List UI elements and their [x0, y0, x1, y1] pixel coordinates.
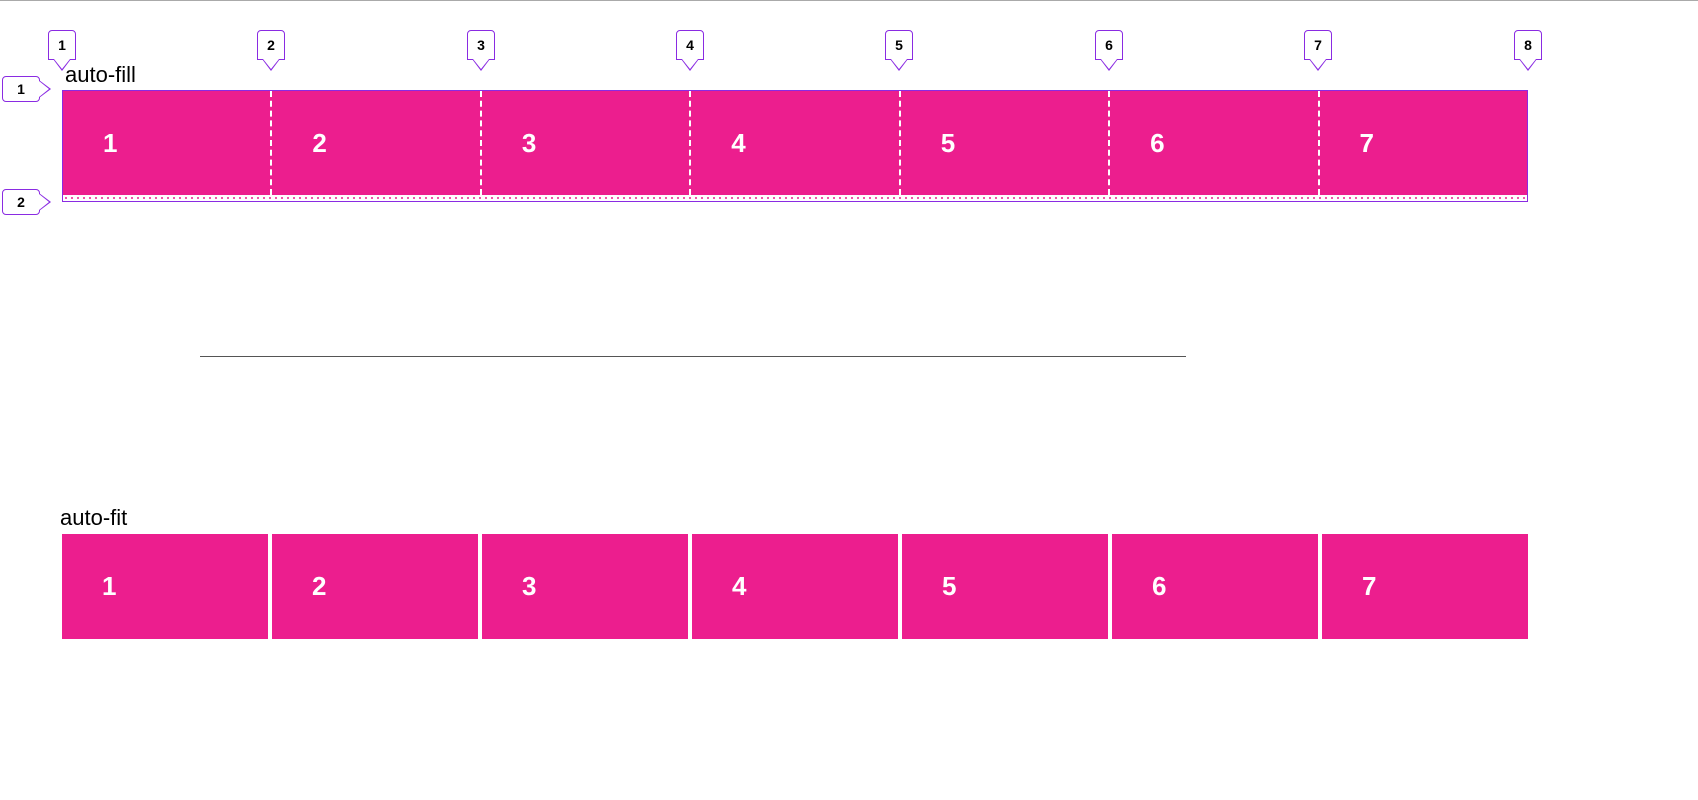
grid-cell: 1	[63, 91, 272, 195]
grid-col-marker: 6	[1095, 30, 1123, 60]
grid-cell: 6	[1112, 534, 1318, 639]
grid-cell: 1	[62, 534, 268, 639]
grid-cell: 3	[482, 91, 691, 195]
label-auto-fit: auto-fit	[60, 505, 127, 531]
grid-auto-fill: 1234567	[62, 90, 1528, 202]
grid-auto-fit: 1234567	[62, 534, 1528, 639]
grid-cell: 5	[901, 91, 1110, 195]
grid-cell: 7	[1320, 91, 1527, 195]
grid-col-marker: 1	[48, 30, 76, 60]
grid-col-marker: 7	[1304, 30, 1332, 60]
section-divider	[200, 356, 1186, 357]
grid-col-marker: 5	[885, 30, 913, 60]
grid-cell: 6	[1110, 91, 1319, 195]
grid-col-marker: 3	[467, 30, 495, 60]
grid-cell: 3	[482, 534, 688, 639]
grid-row-marker: 2	[2, 189, 40, 215]
grid-cell: 7	[1322, 534, 1528, 639]
grid-row-marker: 1	[2, 76, 40, 102]
grid-cell: 2	[272, 534, 478, 639]
grid-cell: 4	[691, 91, 900, 195]
grid-col-marker: 4	[676, 30, 704, 60]
grid-cell: 2	[272, 91, 481, 195]
grid-cell: 4	[692, 534, 898, 639]
label-auto-fill: auto-fill	[65, 62, 136, 88]
page-top-separator	[0, 0, 1698, 1]
grid-cell: 5	[902, 534, 1108, 639]
grid-col-marker: 2	[257, 30, 285, 60]
grid-col-marker: 8	[1514, 30, 1542, 60]
